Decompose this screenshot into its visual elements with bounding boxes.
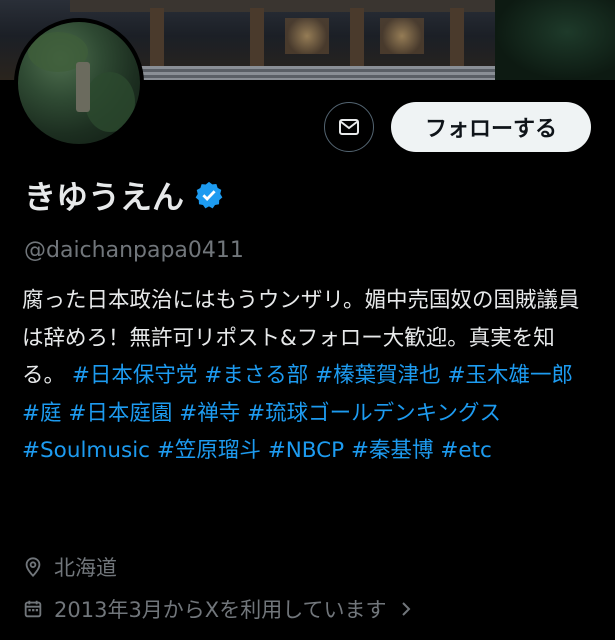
- avatar-lantern: [76, 62, 90, 112]
- banner-lamp: [380, 18, 424, 54]
- hashtag-link[interactable]: #日本保守党: [72, 363, 198, 388]
- profile-location: 北海道: [22, 552, 117, 582]
- banner-post: [450, 8, 464, 74]
- banner-post: [150, 8, 164, 74]
- profile-bio: 腐った日本政治にはもうウンザリ。媚中売国奴の国賊議員は辞めろ！無許可リポスト&フ…: [22, 282, 597, 470]
- user-handle: @daichanpapa0411: [24, 238, 244, 263]
- avatar-foliage: [85, 72, 135, 132]
- banner-lamp: [285, 18, 329, 54]
- hashtag-link[interactable]: #玉木雄一郎: [447, 363, 573, 388]
- message-button[interactable]: [324, 102, 374, 152]
- hashtag-link[interactable]: #琉球ゴールデンキングス: [247, 401, 501, 426]
- hashtag-link[interactable]: #日本庭園: [68, 401, 172, 426]
- banner-post: [350, 8, 364, 74]
- hashtag-link[interactable]: #禅寺: [179, 401, 240, 426]
- hashtag-link[interactable]: #秦基博: [351, 438, 434, 463]
- hashtag-link[interactable]: #NBCP: [268, 438, 344, 463]
- hashtag-link[interactable]: #榛葉賀津也: [315, 363, 441, 388]
- calendar-icon: [24, 600, 42, 618]
- banner-post: [250, 8, 264, 74]
- verified-badge-icon[interactable]: [194, 180, 224, 210]
- joined-text: 2013年3月からXを利用しています: [54, 598, 387, 622]
- hashtag-link[interactable]: #Soulmusic: [22, 438, 150, 463]
- banner-tree: [495, 0, 615, 80]
- follow-button[interactable]: フォローする: [391, 102, 591, 152]
- display-name: きゆうえん: [24, 178, 185, 216]
- hashtag-link[interactable]: #まさる部: [204, 363, 308, 388]
- chevron-right-icon[interactable]: [399, 600, 413, 618]
- avatar[interactable]: [14, 18, 144, 148]
- hashtag-link[interactable]: #庭: [22, 401, 62, 426]
- profile-joined[interactable]: 2013年3月からXを利用しています: [22, 594, 423, 624]
- location-pin-icon: [25, 557, 41, 578]
- name-row: きゆうえん: [24, 172, 224, 218]
- hashtag-link[interactable]: #笠原瑠斗: [157, 438, 261, 463]
- mail-icon: [339, 119, 359, 135]
- hashtag-link[interactable]: #etc: [440, 438, 492, 463]
- location-text: 北海道: [54, 556, 117, 580]
